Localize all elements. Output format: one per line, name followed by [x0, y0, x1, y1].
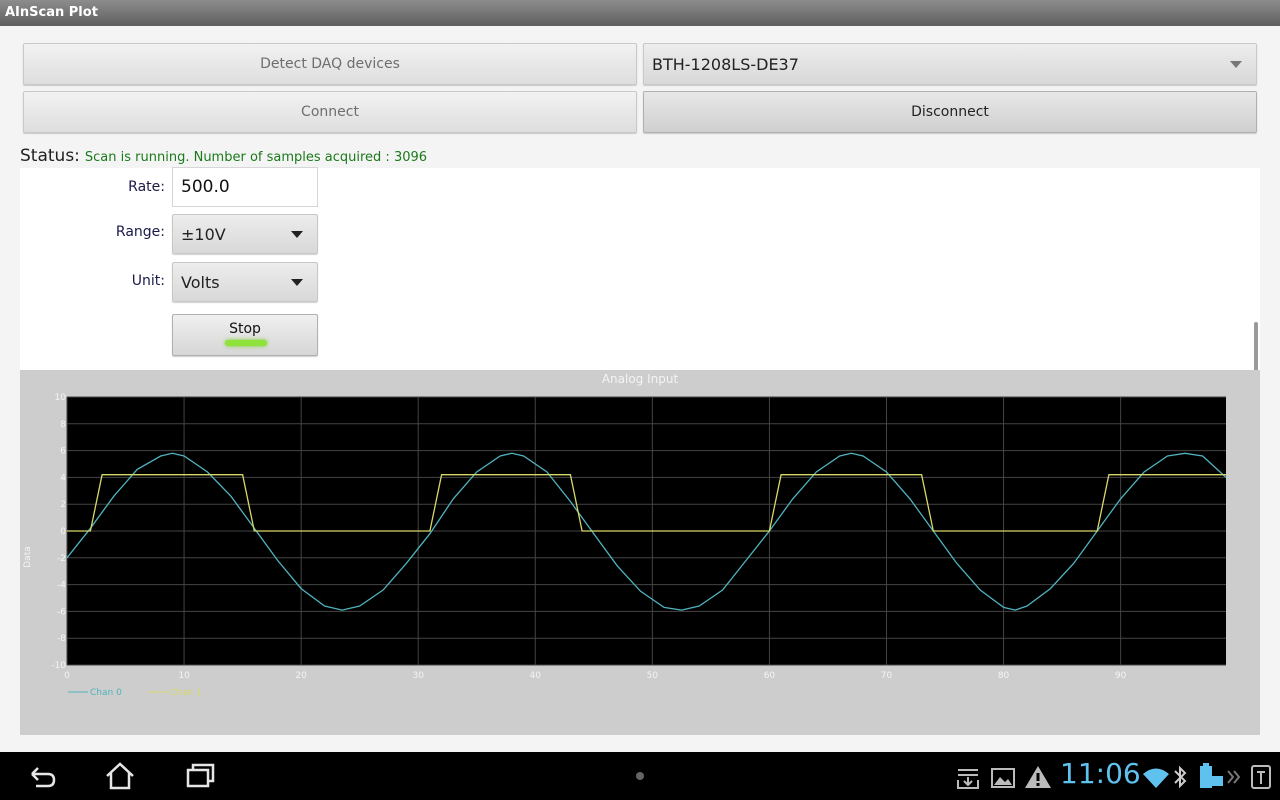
x-tick-label: 60 — [764, 671, 776, 681]
chart-legend: Chan 0 Chan 1 — [68, 688, 202, 698]
x-tick-label: 80 — [998, 671, 1010, 681]
download-icon — [957, 769, 979, 789]
x-tick-label: 90 — [1115, 671, 1127, 681]
rate-input[interactable]: 500.0 — [172, 167, 318, 207]
x-tick-label: 20 — [295, 671, 307, 681]
app-title: AInScan Plot — [5, 5, 98, 20]
range-value: ±10V — [181, 224, 226, 244]
y-tick-label: 2 — [60, 500, 66, 510]
back-icon[interactable] — [24, 760, 58, 792]
wifi-icon — [1143, 768, 1169, 788]
y-tick-label: -8 — [57, 634, 66, 644]
y-axis-label: Data — [23, 546, 33, 568]
signal-icon — [1251, 765, 1271, 789]
chart-title: Analog Input — [602, 372, 679, 386]
device-select[interactable]: BTH-1208LS-DE37 — [643, 43, 1257, 85]
x-tick-label: 50 — [647, 671, 659, 681]
battery-icon — [1200, 763, 1223, 788]
rate-label: Rate: — [128, 179, 165, 195]
range-label: Range: — [115, 224, 165, 240]
device-select-value: BTH-1208LS-DE37 — [652, 54, 799, 74]
dropdown-arrow-icon — [1230, 61, 1242, 68]
unit-value: Volts — [181, 272, 220, 292]
y-tick-label: 4 — [60, 473, 66, 483]
range-select[interactable]: ±10V — [172, 214, 318, 254]
status-label: Status: — [20, 146, 80, 166]
running-indicator-light — [225, 340, 267, 346]
legend-label-chan-0: Chan 0 — [90, 688, 122, 698]
warning-icon — [1025, 766, 1051, 788]
unit-label: Unit: — [131, 273, 165, 289]
dropdown-arrow-icon — [291, 279, 303, 286]
detect-devices-label: Detect DAQ devices — [260, 56, 400, 72]
image-icon — [991, 768, 1015, 788]
home-icon[interactable] — [103, 760, 137, 792]
disconnect-label: Disconnect — [911, 104, 989, 120]
menu-dot-icon — [636, 772, 644, 780]
y-tick-label: 8 — [60, 420, 66, 430]
chart-svg: Analog Input Data 0 10 20 30 40 50 60 70 80 90108… — [23, 372, 1227, 698]
dropdown-arrow-icon — [291, 231, 303, 238]
stop-button[interactable]: Stop — [172, 314, 318, 356]
status-clock: 11:06 — [1060, 757, 1141, 790]
y-tick-label: -4 — [57, 581, 66, 591]
connect-button[interactable]: Connect — [23, 91, 637, 133]
app-title-bar: AInScan Plot — [0, 0, 1280, 26]
y-tick-label: 10 — [55, 393, 67, 403]
chevron-more-icon — [1227, 770, 1241, 784]
analog-input-chart: Analog Input Data 0 10 20 30 40 50 60 70 80 90 10 8… — [20, 370, 1260, 735]
disconnect-button[interactable]: Disconnect — [643, 91, 1257, 133]
y-tick-label: 6 — [60, 447, 66, 457]
status-row: Status: Scan is running. Number of sampl… — [20, 146, 427, 168]
y-tick-label: -2 — [57, 554, 66, 564]
x-tick-label: 0 — [64, 671, 70, 681]
x-tick-label: 30 — [412, 671, 424, 681]
x-tick-label: 70 — [881, 671, 893, 681]
bluetooth-icon — [1174, 765, 1187, 789]
y-tick-label: 0 — [60, 527, 66, 537]
x-tick-label: 40 — [530, 671, 542, 681]
x-tick-label: 10 — [178, 671, 190, 681]
y-tick-label: -10 — [51, 661, 66, 671]
legend-label-chan-1: Chan 1 — [170, 688, 202, 698]
recent-apps-icon[interactable] — [184, 760, 218, 792]
stop-label: Stop — [229, 321, 261, 337]
connect-label: Connect — [301, 104, 359, 120]
rate-value: 500.0 — [181, 177, 230, 197]
status-text: Scan is running. Number of samples acqui… — [84, 150, 428, 165]
detect-devices-button[interactable]: Detect DAQ devices — [23, 43, 637, 85]
unit-select[interactable]: Volts — [172, 262, 318, 302]
y-tick-label: -6 — [57, 607, 66, 617]
